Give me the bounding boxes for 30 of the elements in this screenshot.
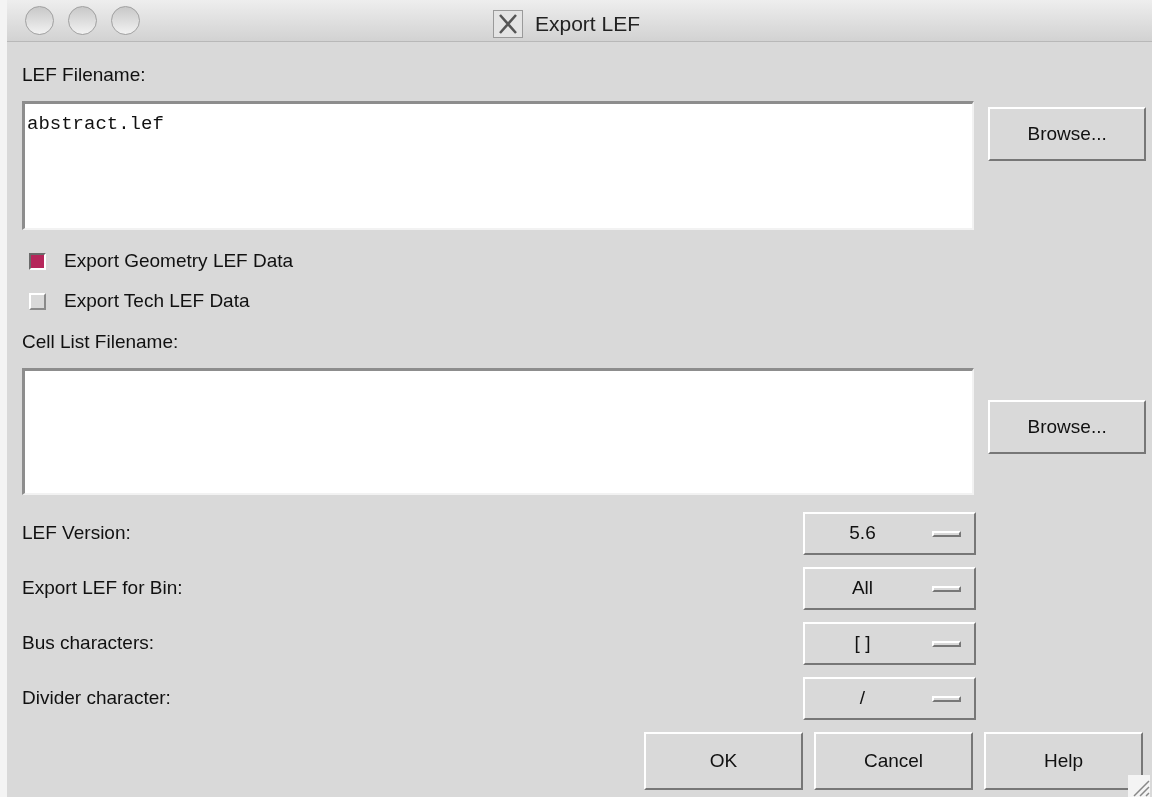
window-control-button[interactable] [68, 6, 97, 35]
text-area[interactable] [22, 368, 975, 495]
window-control-button[interactable] [111, 6, 140, 35]
option-label: Divider character: [22, 686, 172, 711]
text-area[interactable]: abstract.lef [22, 101, 975, 230]
resize-grip-icon[interactable] [1128, 775, 1150, 797]
browse-button[interactable]: Browse... [988, 107, 1146, 161]
dialog-button[interactable]: Cancel [814, 732, 973, 790]
menu-indicator-icon [932, 695, 961, 702]
checkbox[interactable] [29, 252, 46, 270]
checkbox-label[interactable]: Export Tech LEF Data [64, 286, 250, 316]
dropdown-button[interactable]: / [803, 677, 976, 720]
menu-indicator-icon [932, 585, 961, 592]
checkbox-label[interactable]: Export Geometry LEF Data [64, 246, 294, 276]
menu-indicator-icon [932, 640, 961, 647]
option-label: Bus characters: [22, 631, 155, 656]
app-icon [493, 9, 523, 38]
menu-indicator-icon [932, 530, 961, 537]
field-label: Cell List Filename: [22, 330, 179, 354]
field-label: LEF Filename: [22, 63, 146, 87]
dialog-button[interactable]: OK [644, 732, 803, 790]
window-title: Export LEF [535, 11, 641, 37]
dialog-button[interactable]: Help [984, 732, 1143, 790]
dropdown-button[interactable]: All [803, 567, 976, 610]
option-label: Export LEF for Bin: [22, 576, 184, 601]
dropdown-button[interactable]: 5.6 [803, 512, 976, 555]
window-control-button[interactable] [25, 6, 54, 35]
dropdown-button[interactable]: [ ] [803, 622, 976, 665]
browse-button[interactable]: Browse... [988, 400, 1146, 454]
option-label: LEF Version: [22, 521, 132, 546]
